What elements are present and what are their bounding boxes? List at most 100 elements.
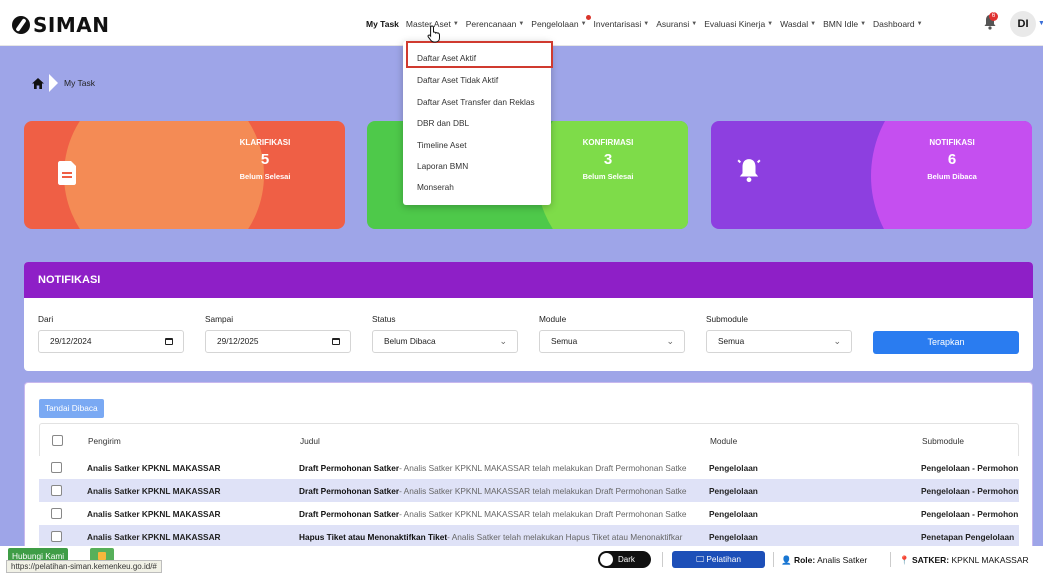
caret-down-icon: ▼ [452, 21, 459, 27]
nav-asuransi[interactable]: Asuransi ▼ [656, 19, 697, 29]
nav-pengelolaan[interactable]: Pengelolaan ▼ [531, 15, 592, 29]
satker-indicator: 📍 SATKER: KPKNL MAKASSAR [899, 555, 1029, 566]
row-checkbox[interactable] [51, 462, 62, 473]
caret-down-icon: ▼ [643, 21, 650, 27]
toggle-knob [600, 553, 613, 566]
table-row[interactable]: Analis Satker KPKNL MAKASSAR Draft Permo… [39, 456, 1019, 479]
submodule-value: Semua [718, 336, 745, 346]
row-module: Pengelolaan [709, 532, 758, 542]
caret-down-icon: ▼ [860, 21, 867, 27]
caret-down-icon: ▼ [810, 21, 817, 27]
menu-item-daftar-aset-tidak-aktif[interactable]: Daftar Aset Tidak Aktif [417, 75, 498, 85]
row-submodule: Penetapan Pengelolaan [921, 532, 1015, 542]
caret-down-icon: ▼ [767, 21, 774, 27]
highlight-box [406, 41, 553, 68]
table-row[interactable]: Analis Satker KPKNL MAKASSAR Hapus Tiket… [39, 525, 1019, 548]
nav-my-task[interactable]: My Task [366, 19, 399, 29]
row-module: Pengelolaan [709, 486, 758, 496]
divider [890, 552, 891, 567]
row-title-bold: Hapus Tiket atau Menonaktifkan Tiket [299, 532, 448, 542]
nav-perencanaan[interactable]: Perencanaan ▼ [466, 19, 525, 29]
row-title[interactable]: Draft Permohonan Satker- Analis Satker K… [299, 486, 701, 496]
dark-mode-toggle[interactable]: Dark [598, 551, 651, 568]
row-title-rest: - Analis Satker KPKNL MAKASSAR telah mel… [399, 509, 687, 519]
row-checkbox[interactable] [51, 531, 62, 542]
bell-icon [737, 159, 761, 183]
nav-bmn-idle[interactable]: BMN Idle ▼ [823, 19, 866, 29]
row-title[interactable]: Draft Permohonan Satker- Analis Satker K… [299, 463, 701, 473]
main-nav: My Task Master Aset ▼ Perencanaan ▼ Pengel… [366, 15, 930, 29]
nav-label: Perencanaan [465, 19, 517, 29]
row-sender: Analis Satker KPKNL MAKASSAR [87, 463, 221, 473]
nav-dashboard[interactable]: Dashboard ▼ [873, 19, 923, 29]
chevron-down-icon: ⌄ [833, 336, 841, 346]
header-module[interactable]: Module [710, 436, 910, 446]
menu-item-monserah[interactable]: Monserah [417, 182, 454, 192]
module-select[interactable]: Semua ⌄ [539, 330, 685, 353]
submodule-label: Submodule [706, 314, 748, 324]
table-header: Pengirim Judul Module Submodule [39, 423, 1019, 456]
header-title[interactable]: Judul [300, 436, 702, 446]
row-submodule: Pengelolaan - Permohon [921, 509, 1019, 519]
header-submodule[interactable]: Submodule [922, 436, 1020, 446]
home-icon[interactable] [32, 77, 44, 89]
sampai-value: 29/12/2025 [217, 336, 259, 346]
row-title-bold: Draft Permohonan Satker [299, 463, 400, 473]
satker-label: SATKER: [911, 555, 950, 565]
calendar-icon[interactable] [332, 338, 340, 345]
card-klarifikasi[interactable]: KLARIFIKASI 5 Belum Selesai [24, 121, 345, 229]
select-all-checkbox[interactable] [52, 435, 63, 446]
sampai-date-input[interactable]: 29/12/2025 [205, 330, 351, 353]
mark-read-button[interactable]: Tandai Dibaca [39, 399, 104, 418]
row-title[interactable]: Draft Permohonan Satker- Analis Satker K… [299, 509, 701, 519]
nav-wasdal[interactable]: Wasdal ▼ [780, 19, 816, 29]
row-checkbox[interactable] [51, 508, 62, 519]
menu-item-laporan-bmn[interactable]: Laporan BMN [417, 161, 468, 171]
row-title[interactable]: Hapus Tiket atau Menonaktifkan Tiket- An… [299, 532, 701, 542]
notification-badge: 6 [989, 12, 998, 21]
panel-title: NOTIFIKASI [24, 262, 1033, 298]
menu-item-dbr-dbl[interactable]: DBR dan DBL [417, 118, 469, 128]
row-title-bold: Draft Permohonan Satker [299, 486, 400, 496]
caret-down-icon: ▼ [518, 21, 525, 27]
chevron-down-icon: ⌄ [666, 336, 674, 346]
nav-inventarisasi[interactable]: Inventarisasi ▼ [594, 19, 650, 29]
module-value: Semua [551, 336, 578, 346]
header-sender[interactable]: Pengirim [88, 436, 293, 446]
menu-item-timeline-aset[interactable]: Timeline Aset [417, 140, 467, 150]
nav-label: Evaluasi Kinerja [704, 19, 766, 29]
caret-down-icon: ▼ [691, 21, 698, 27]
nav-label: Inventarisasi [593, 19, 642, 29]
master-aset-dropdown: Daftar Aset Aktif Daftar Aset Tidak Akti… [403, 41, 553, 205]
nav-evaluasi-kinerja[interactable]: Evaluasi Kinerja ▼ [704, 19, 773, 29]
card-subtitle: Belum Selesai [582, 172, 634, 181]
browser-status-url: https://pelatihan-siman.kemenkeu.go.id/# [6, 560, 162, 573]
caret-down-icon[interactable]: ▼ [1038, 20, 1043, 27]
pelatihan-button[interactable]: 🖵 Pelatihan [672, 551, 765, 568]
breadcrumb-separator [49, 74, 58, 92]
avatar[interactable]: DI [1010, 11, 1036, 37]
satker-value: KPKNL MAKASSAR [951, 555, 1029, 565]
chevron-down-icon: ⌄ [499, 336, 507, 346]
table-row[interactable]: Analis Satker KPKNL MAKASSAR Draft Permo… [39, 502, 1019, 525]
row-submodule: Pengelolaan - Permohon [921, 486, 1019, 496]
row-module: Pengelolaan [709, 509, 758, 519]
row-sender: Analis Satker KPKNL MAKASSAR [87, 509, 221, 519]
row-sender: Analis Satker KPKNL MAKASSAR [87, 532, 221, 542]
divider [773, 552, 774, 567]
dari-label: Dari [38, 314, 54, 324]
card-notifikasi[interactable]: NOTIFIKASI 6 Belum Dibaca [711, 121, 1032, 229]
row-sender: Analis Satker KPKNL MAKASSAR [87, 486, 221, 496]
apply-button[interactable]: Terapkan [873, 331, 1019, 354]
status-select[interactable]: Belum Dibaca ⌄ [372, 330, 518, 353]
row-checkbox[interactable] [51, 485, 62, 496]
calendar-icon[interactable] [165, 338, 173, 345]
table-row[interactable]: Analis Satker KPKNL MAKASSAR Draft Permo… [39, 479, 1019, 502]
role-value: Analis Satker [817, 555, 868, 565]
logo[interactable]: SIMAN [12, 13, 109, 37]
card-subtitle: Belum Selesai [239, 172, 291, 181]
submodule-select[interactable]: Semua ⌄ [706, 330, 852, 353]
dari-date-input[interactable]: 29/12/2024 [38, 330, 184, 353]
card-value: 6 [947, 151, 957, 168]
menu-item-daftar-aset-transfer[interactable]: Daftar Aset Transfer dan Reklas [417, 97, 535, 107]
